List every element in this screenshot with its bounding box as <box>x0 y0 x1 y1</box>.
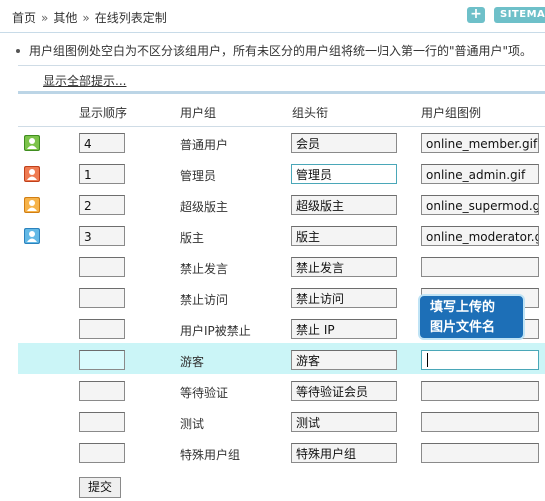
red-user-icon <box>24 166 40 182</box>
orange-user-icon <box>24 197 40 213</box>
group-name: 版主 <box>180 231 205 245</box>
submit-button[interactable]: 提交 <box>79 477 121 498</box>
group-title-input[interactable]: 会员 <box>291 133 397 153</box>
breadcrumb: 首页 » 其他 » 在线列表定制 <box>12 9 167 26</box>
group-title-input[interactable]: 测试 <box>291 412 397 432</box>
top-bar: 首页 » 其他 » 在线列表定制 + SITEMAP <box>0 0 545 33</box>
group-name: 游客 <box>180 355 205 369</box>
order-input[interactable] <box>79 257 125 277</box>
show-all-tips-link[interactable]: 显示全部提示... <box>43 72 126 89</box>
header-image: 用户组图例 <box>421 106 482 120</box>
bullet-icon <box>16 48 20 53</box>
divider <box>18 65 545 66</box>
header-group: 用户组 <box>180 106 217 120</box>
group-title-input[interactable]: 版主 <box>291 226 397 246</box>
tip-line: 用户组图例处空白为不区分该组用户，所有未区分的用户组将统一归入第一行的"普通用户… <box>12 42 545 59</box>
order-input[interactable]: 1 <box>79 164 125 184</box>
group-name: 超级版主 <box>180 200 229 214</box>
group-name: 禁止发言 <box>180 262 229 276</box>
group-name: 普通用户 <box>180 138 229 152</box>
order-input[interactable] <box>79 350 125 370</box>
group-name: 测试 <box>180 417 205 431</box>
group-name: 管理员 <box>180 169 217 183</box>
group-title-input[interactable]: 禁止发言 <box>291 257 397 277</box>
group-image-input[interactable] <box>421 412 539 432</box>
breadcrumb-section[interactable]: 其他 <box>53 11 77 25</box>
group-title-input[interactable]: 超级版主 <box>291 195 397 215</box>
breadcrumb-home[interactable]: 首页 <box>12 11 36 25</box>
group-title-input[interactable]: 管理员 <box>291 164 397 184</box>
header-title: 组头衔 <box>292 106 329 120</box>
group-image-input[interactable] <box>421 381 539 401</box>
breadcrumb-separator: » <box>82 11 90 25</box>
sitemap-button[interactable]: SITEMAP <box>494 7 545 23</box>
order-input[interactable]: 2 <box>79 195 125 215</box>
header-order: 显示顺序 <box>79 106 128 120</box>
group-name: 用户IP被禁止 <box>180 324 251 338</box>
callout-line2: 图片文件名 <box>430 320 496 335</box>
group-image-input[interactable] <box>421 350 539 370</box>
group-title-input[interactable]: 禁止 IP <box>291 319 397 339</box>
order-input[interactable]: 4 <box>79 133 125 153</box>
add-shortcut-button[interactable]: + <box>467 7 485 23</box>
order-input[interactable] <box>79 412 125 432</box>
order-input[interactable] <box>79 443 125 463</box>
group-title-input[interactable]: 禁止访问 <box>291 288 397 308</box>
group-title-input[interactable]: 游客 <box>291 350 397 370</box>
group-image-input[interactable]: online_moderator.gif <box>421 226 539 246</box>
group-image-input[interactable]: online_member.gif <box>421 133 539 153</box>
order-input[interactable] <box>79 319 125 339</box>
table-top-border <box>18 91 545 94</box>
tooltip-callout: 填写上传的 图片文件名 <box>418 294 525 340</box>
group-title-input[interactable]: 等待验证会员 <box>291 381 397 401</box>
group-image-input[interactable] <box>421 443 539 463</box>
breadcrumb-separator: » <box>41 11 49 25</box>
order-input[interactable] <box>79 381 125 401</box>
group-name: 特殊用户组 <box>180 448 241 462</box>
green-user-icon <box>24 135 40 151</box>
group-image-input[interactable]: online_admin.gif <box>421 164 539 184</box>
tip-text: 用户组图例处空白为不区分该组用户，所有未区分的用户组将统一归入第一行的"普通用户… <box>29 44 533 58</box>
group-name: 禁止访问 <box>180 293 229 307</box>
order-input[interactable] <box>79 288 125 308</box>
group-name: 等待验证 <box>180 386 229 400</box>
order-input[interactable]: 3 <box>79 226 125 246</box>
blue-user-icon <box>24 228 40 244</box>
group-title-input[interactable]: 特殊用户组 <box>291 443 397 463</box>
breadcrumb-current: 在线列表定制 <box>94 11 167 25</box>
group-image-input[interactable]: online_supermod.gif <box>421 195 539 215</box>
callout-line1: 填写上传的 <box>430 300 496 315</box>
text-cursor <box>427 353 428 367</box>
header-divider <box>18 126 545 127</box>
group-image-input[interactable] <box>421 257 539 277</box>
